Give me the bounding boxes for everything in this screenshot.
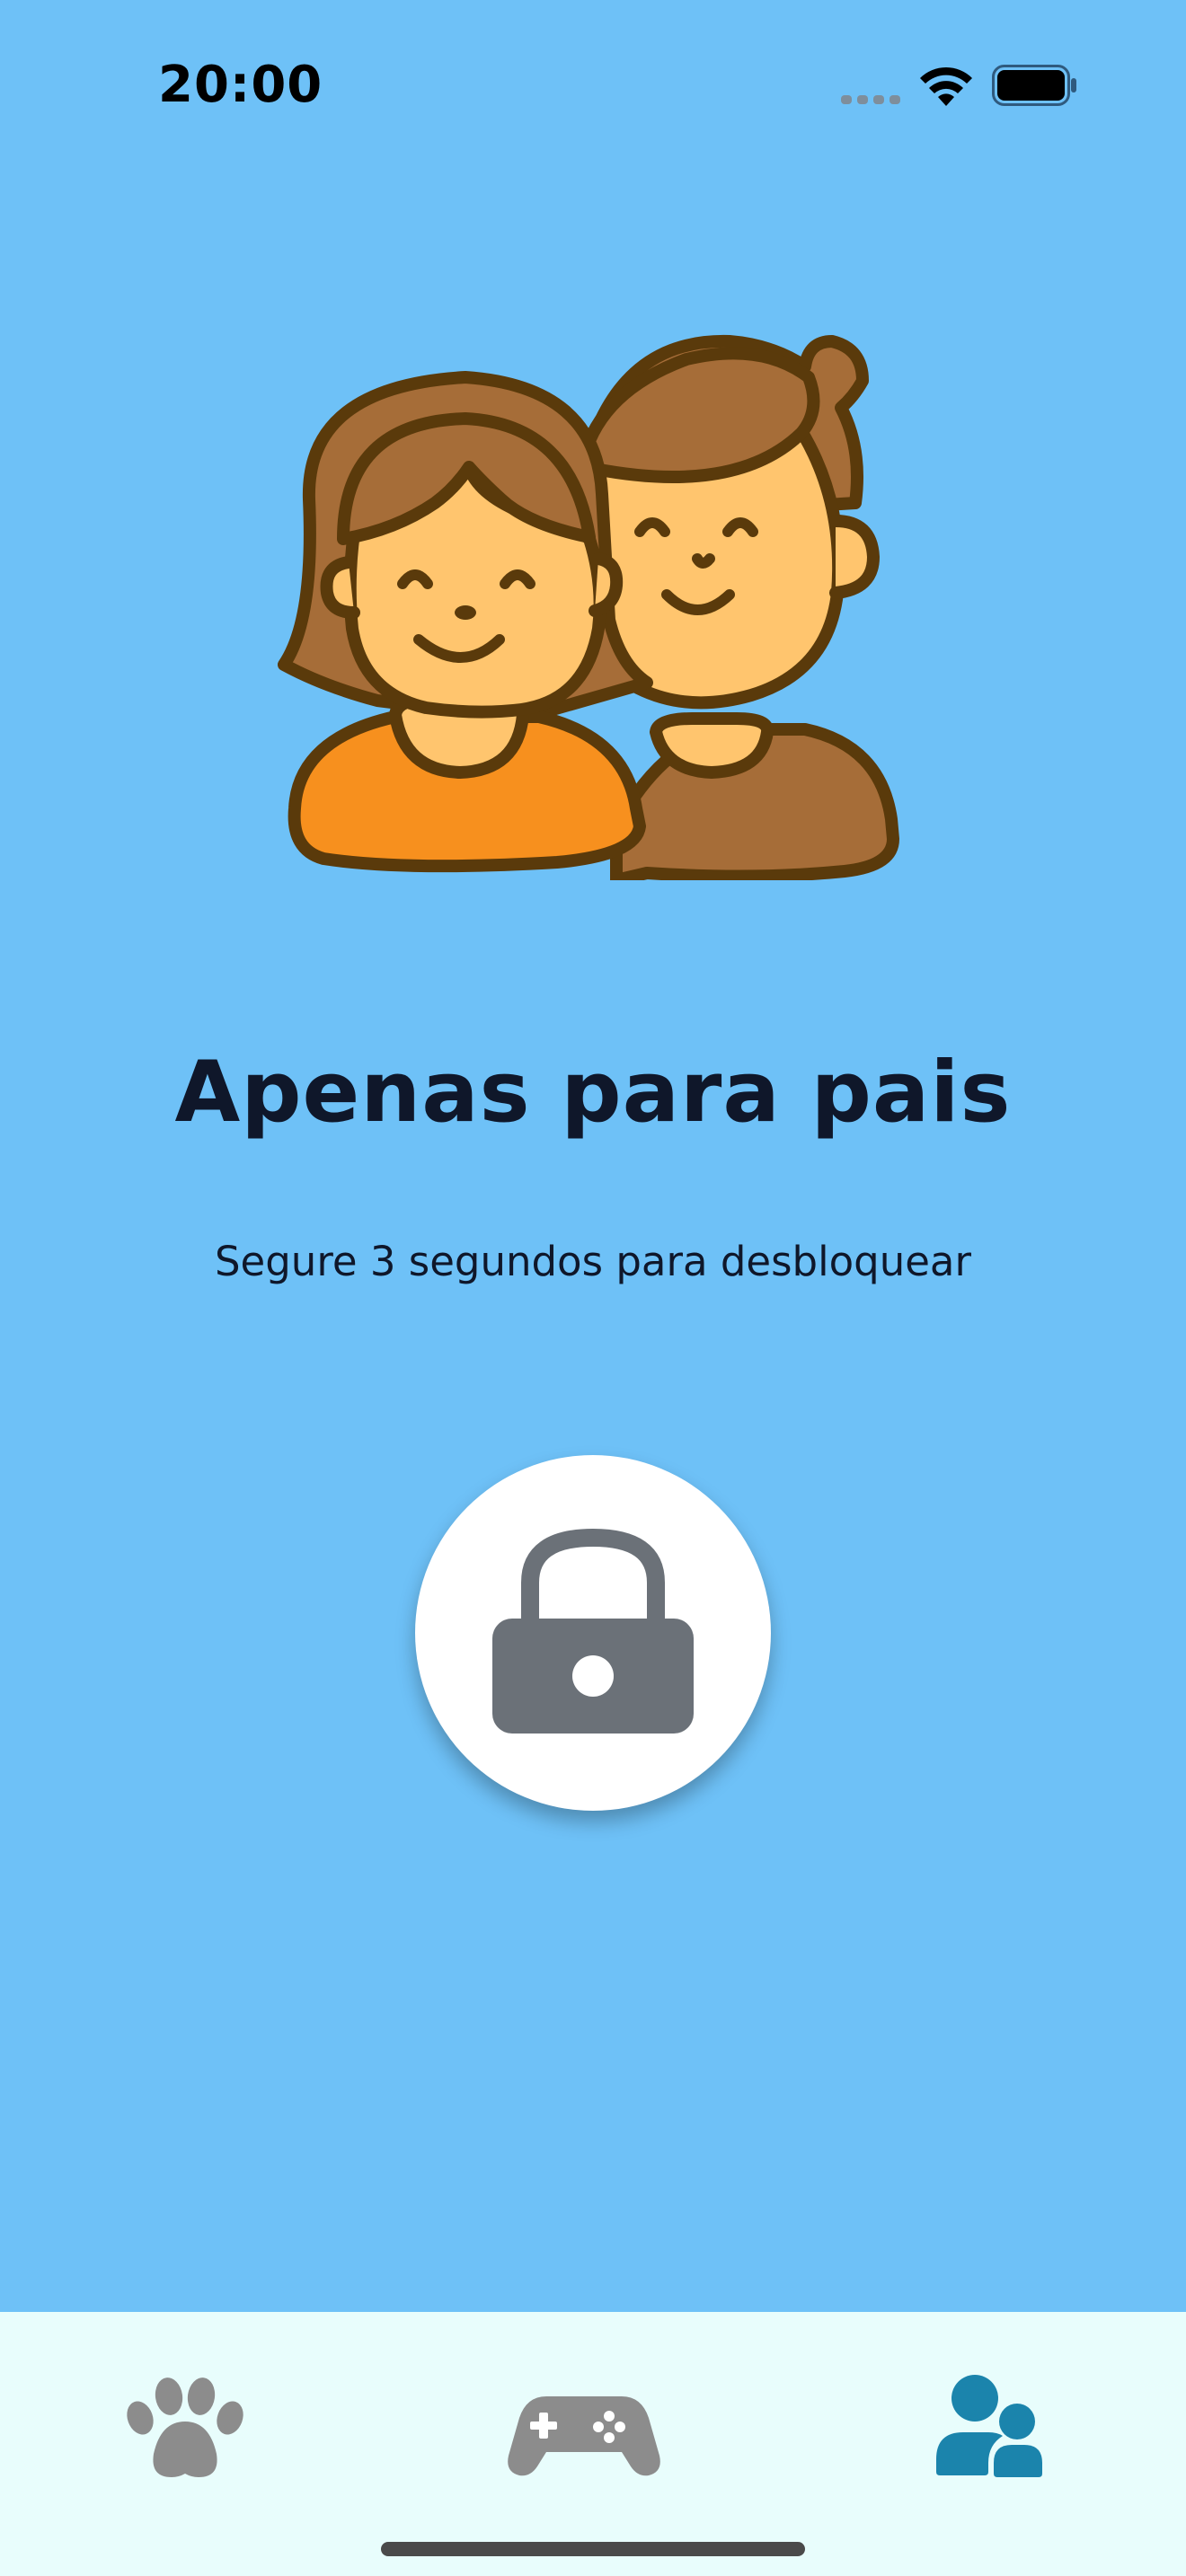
home-indicator[interactable] xyxy=(381,2542,805,2556)
paw-icon xyxy=(127,2378,243,2477)
tab-games[interactable] xyxy=(503,2362,683,2488)
status-time: 20:00 xyxy=(158,56,323,114)
tab-parents[interactable] xyxy=(898,2362,1078,2488)
page-title: Apenas para pais xyxy=(174,1044,1012,1142)
battery-icon xyxy=(992,65,1076,106)
unlock-hold-button[interactable] xyxy=(415,1455,771,1811)
tab-bar xyxy=(0,2312,1186,2576)
parents-icon xyxy=(936,2375,1042,2477)
page-subtitle: Segure 3 segundos para desbloquear xyxy=(214,1238,971,1285)
lock-icon xyxy=(492,1528,694,1734)
gamepad-icon xyxy=(508,2396,660,2476)
cellular-signal-icon xyxy=(841,95,900,104)
tab-pets[interactable] xyxy=(109,2362,288,2488)
parents-icon xyxy=(278,334,899,880)
wifi-icon xyxy=(920,66,972,106)
status-bar: 20:00 xyxy=(0,0,1186,180)
parents-gate-screen: 20:00 Apenas para pais Segure 3 segundos… xyxy=(0,0,1186,2576)
